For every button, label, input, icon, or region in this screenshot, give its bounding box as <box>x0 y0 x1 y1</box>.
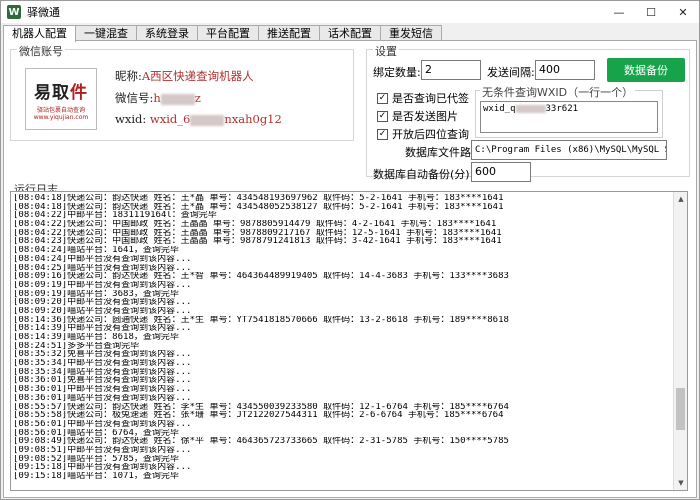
nickname-line: 昵称:A西区快递查询机器人 <box>115 69 254 83</box>
log-line: [08:09:20]中邮平台没有查询到该内容... <box>13 298 192 307</box>
avatar-logo: 易取件 <box>34 82 88 103</box>
bind-count-label: 绑定数量: <box>373 66 421 79</box>
avatar-url: www.yiqujian.com <box>33 113 89 121</box>
send-interval-label: 发送间隔: <box>487 66 535 79</box>
maximize-button[interactable]: ☐ <box>635 1 667 23</box>
log-line: [08:36:01]免喜平台没有查询到该内容... <box>13 376 192 386</box>
app-logo-icon: W <box>7 5 21 19</box>
run-log[interactable]: [08:04:18]快递公司：韵达快递 姓名：王*晶 单号：4345481936… <box>10 191 688 491</box>
log-line: [08:09:19]喵站平台：3683，查询完毕 <box>13 289 179 299</box>
log-line: [08:14:39]中邮平台没有查询到该内容... <box>13 324 192 333</box>
send-interval-input[interactable]: 400 <box>535 60 595 80</box>
query-signed-checkbox[interactable]: ✓ 是否查询已代签 <box>377 90 469 106</box>
log-line: [08:35:34]喵站平台没有查询到该内容... <box>13 367 192 377</box>
checkbox-check-icon: ✓ <box>377 128 388 140</box>
log-line: [08:09:20]喵站平台没有查询到该内容... <box>13 306 192 316</box>
log-line: [08:04:22]快递公司：中国邮政 姓名：王晶晶 单号：9878809217… <box>13 228 502 238</box>
robot-config-panel: 微信账号 易取件 驿站包裹自动查询 www.yiqujian.com 昵称:A西… <box>3 40 697 498</box>
settings-title: 设置 <box>373 43 399 59</box>
log-line: [08:04:18]快递公司：韵达快递 姓名：王*晶 单号：4345480525… <box>13 202 504 212</box>
wxid-whitelist-title: 无条件查询WXID（一行一个） <box>480 84 636 100</box>
avatar: 易取件 驿站包裹自动查询 www.yiqujian.com <box>25 68 97 130</box>
send-image-checkbox[interactable]: ✓ 是否发送图片 <box>377 108 458 124</box>
log-line: [08:04:24]中邮平台没有查询到该内容... <box>13 254 192 264</box>
wechat-account-group: 微信账号 易取件 驿站包裹自动查询 www.yiqujian.com 昵称:A西… <box>10 43 354 141</box>
scroll-up-icon[interactable]: ▲ <box>674 192 687 206</box>
scroll-down-icon[interactable]: ▼ <box>674 476 687 490</box>
log-line: [08:55:57]快递公司：韵达快递 姓名：李*生 单号：4345500392… <box>13 402 509 412</box>
log-lines: [08:04:18]快递公司：韵达快递 姓名：王*晶 单号：4345481936… <box>13 194 673 481</box>
log-line: [09:08:52]喵站平台：5785，查询完毕 <box>13 454 179 464</box>
window-title: 驿微通 <box>27 6 60 19</box>
log-line: [08:14:36]快递公司：圆通快递 姓名：王*生 单号：YT75418185… <box>13 315 509 325</box>
app-window: W 驿微通 — ☐ ✕ 机器人配置 一键混查 系统登录 平台配置 推送配置 话术… <box>0 0 700 500</box>
wechat-account-title: 微信账号 <box>17 43 65 59</box>
log-line: [09:15:18]喵站平台：1071，查询完毕 <box>13 472 179 481</box>
log-line: [08:36:01]喵站平台没有查询到该内容... <box>13 393 192 403</box>
log-line: [08:04:24]喵站平台：1641，查询完毕 <box>13 246 179 255</box>
nickname-value: A西区快递查询机器人 <box>141 69 254 83</box>
minimize-button[interactable]: — <box>603 1 635 23</box>
tab-resend-sms[interactable]: 重发短信 <box>380 25 442 41</box>
log-line: [09:08:49]快递公司：韵达快递 姓名：徐*平 单号：4643657237… <box>13 437 509 446</box>
redacted-mask <box>160 93 195 105</box>
db-path-input[interactable]: C:\Program Files (x86)\MySQL\MySQL Serve <box>471 140 667 160</box>
log-line: [08:36:01]中邮平台没有查询到该内容... <box>13 385 192 394</box>
wechat-id-line: 微信号:h z <box>115 91 201 105</box>
scrollbar-thumb[interactable] <box>676 388 685 430</box>
close-button[interactable]: ✕ <box>667 1 699 23</box>
log-line: [08:24:51]多多平台查询完毕 <box>13 341 140 351</box>
log-line: [08:04:25]喵站平台没有查询到该内容... <box>13 263 192 273</box>
db-backup-interval-input[interactable]: 600 <box>471 162 531 182</box>
log-line: [08:56:01]中邮平台没有查询到该内容... <box>13 419 192 429</box>
tab-bar: 机器人配置 一键混查 系统登录 平台配置 推送配置 话术配置 重发短信 <box>3 25 442 42</box>
tab-system-login[interactable]: 系统登录 <box>136 25 198 41</box>
settings-group: 设置 绑定数量: 2 发送间隔: 400 数据备份 ✓ 是否查询已代签 ✓ 是否发送… <box>366 43 690 182</box>
log-line: [08:55:58]快递公司：极兔速递 姓名：张*珊 单号：JT21220275… <box>13 411 504 420</box>
log-line: [08:09:16]快递公司：韵达快递 姓名：王*智 单号：4643644899… <box>13 272 509 281</box>
bind-count-input[interactable]: 2 <box>421 60 481 80</box>
redacted-mask <box>515 104 546 113</box>
checkbox-check-icon: ✓ <box>377 110 388 122</box>
tab-one-click-query[interactable]: 一键混查 <box>75 25 137 41</box>
data-backup-button[interactable]: 数据备份 <box>607 58 685 82</box>
db-backup-interval-label: 数据库自动备份(分): <box>373 168 474 181</box>
tab-robot-config[interactable]: 机器人配置 <box>3 25 76 42</box>
log-line: [08:35:34]中邮平台没有查询到该内容... <box>13 359 192 368</box>
redacted-mask <box>190 114 225 126</box>
log-line: [08:04:22]快递公司：中国邮政 姓名：王晶晶 单号：9878805914… <box>13 220 497 229</box>
title-bar[interactable]: W 驿微通 — ☐ ✕ <box>1 1 699 23</box>
log-line: [08:04:22]中邮平台：1831119164l：查询完毕 <box>13 211 217 221</box>
avatar-subtitle: 驿站包裹自动查询 <box>36 106 85 114</box>
last-four-query-checkbox[interactable]: ✓ 开放后四位查询 <box>377 126 469 142</box>
log-line: [09:15:18]中邮平台没有查询到该内容... <box>13 463 192 472</box>
tab-script-config[interactable]: 话术配置 <box>319 25 381 41</box>
log-line: [08:56:01]喵站平台：6764，查询完毕 <box>13 428 179 438</box>
wxid-whitelist-textarea[interactable]: wxid_q 33r621 <box>480 101 658 133</box>
log-line: [08:35:32]免喜平台没有查询到该内容... <box>13 350 192 360</box>
tab-push-config[interactable]: 推送配置 <box>258 25 320 41</box>
log-line: [08:04:18]快递公司：韵达快递 姓名：王*晶 单号：4345481936… <box>13 194 504 203</box>
wxid-whitelist-group: 无条件查询WXID（一行一个） wxid_q 33r621 <box>475 84 663 138</box>
wxid-line: wxid: wxid_6 nxah0g12 <box>115 112 282 126</box>
checkbox-check-icon: ✓ <box>377 92 388 104</box>
log-scrollbar[interactable]: ▲ ▼ <box>673 192 687 490</box>
log-line: [08:14:39]喵站平台：8618，查询完毕 <box>13 333 179 342</box>
log-line: [08:09:19]中邮平台没有查询到该内容... <box>13 280 192 290</box>
tab-platform-config[interactable]: 平台配置 <box>197 25 259 41</box>
log-line: [08:04:23]快递公司：中国邮政 姓名：王晶晶 单号：9878791241… <box>13 237 502 247</box>
log-line: [09:08:51]中邮平台没有查询到该内容... <box>13 445 192 455</box>
